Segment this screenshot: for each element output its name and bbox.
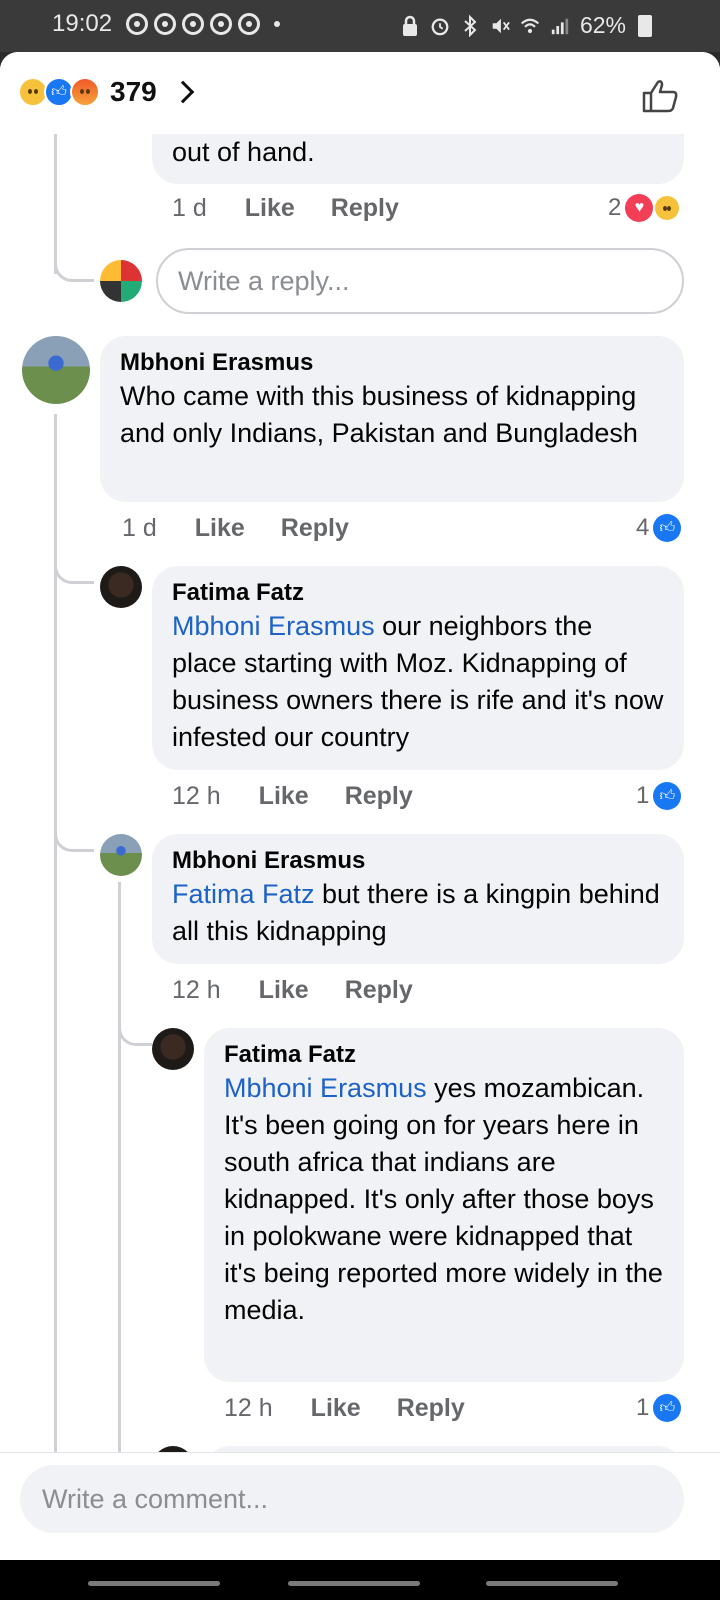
mute-icon	[492, 18, 510, 33]
comment-author[interactable]: Mbhoni Erasmus	[120, 348, 664, 378]
comment-author[interactable]: Fatima Fatz	[224, 1040, 664, 1070]
thread-connector	[118, 1022, 152, 1046]
wifi-icon	[520, 18, 539, 33]
comment-actions: 1 d Like Reply	[172, 194, 399, 223]
avatar[interactable]	[100, 834, 142, 876]
reaction-count-badge[interactable]: 1 👍︎	[636, 1394, 682, 1422]
reaction-count-badge[interactable]: 2 ♥	[608, 194, 682, 222]
status-time: 19:02	[52, 10, 113, 37]
reactions-header: 👍︎ 379	[0, 52, 720, 134]
mention-link[interactable]: Mbhoni Erasmus	[224, 1073, 427, 1103]
current-user-avatar	[100, 260, 142, 302]
mention-link[interactable]: Fatima Fatz	[172, 879, 315, 909]
comment-time: 1 d	[122, 514, 157, 542]
alarm-icon	[431, 18, 449, 35]
reaction-count-badge[interactable]: 4 👍︎	[636, 514, 682, 542]
comment-text: Who came with this business of kidnappin…	[120, 381, 638, 448]
status-bar: 19:02 62%	[0, 0, 720, 52]
like-button[interactable]	[640, 78, 680, 114]
reaction-count-text: 2	[608, 194, 622, 221]
nav-home-handle[interactable]	[288, 1581, 420, 1586]
notification-icon	[210, 13, 232, 35]
comment-time: 12 h	[172, 976, 221, 1004]
reaction-count-text: 1	[636, 782, 650, 809]
comment-time: 1 d	[172, 194, 207, 222]
lock-icon	[402, 15, 417, 36]
sad-reaction-icon	[653, 194, 682, 222]
comment-author[interactable]: Mbhoni Erasmus	[172, 846, 664, 876]
comment-text: Mbhoni Erasmus yes mozambican. It's been…	[224, 1070, 664, 1329]
like-link[interactable]: Like	[259, 976, 309, 1005]
comment-bubble: Mbhoni Erasmus Fatima Fatz but there is …	[152, 834, 684, 964]
like-reaction-icon: 👍︎	[653, 782, 682, 810]
notification-icons	[126, 13, 280, 35]
signal-icon	[551, 18, 569, 34]
comment-bubble: Fatima Fatz Mbhoni Erasmus yes mozambica…	[204, 1028, 684, 1382]
avatar[interactable]	[22, 336, 90, 404]
avatar[interactable]	[152, 1028, 194, 1070]
reply-link[interactable]: Reply	[345, 976, 413, 1005]
thread-connector	[54, 830, 94, 852]
love-reaction-icon: ♥	[625, 194, 654, 222]
comment-input[interactable]: Write a comment...	[20, 1465, 684, 1533]
comment-time: 12 h	[172, 782, 221, 810]
reply-link[interactable]: Reply	[281, 514, 349, 543]
comment-text: Fatima Fatz but there is a kingpin behin…	[172, 876, 664, 950]
nav-recents-handle[interactable]	[486, 1581, 618, 1586]
comment-body: yes mozambican. It's been going on for y…	[224, 1073, 663, 1325]
comments-sheet: 👍︎ 379 out of hand. 1 d Like Reply 2 ♥ W…	[0, 52, 720, 1560]
avatar[interactable]	[100, 566, 142, 608]
comment-text: out of hand.	[172, 137, 315, 167]
thread-connector	[54, 562, 94, 584]
battery-icon	[638, 14, 652, 37]
like-link[interactable]: Like	[195, 514, 245, 543]
thread-connector	[54, 252, 94, 282]
notification-icon	[238, 13, 260, 35]
bluetooth-icon	[464, 14, 477, 37]
nav-back-handle[interactable]	[88, 1581, 220, 1586]
comment-author[interactable]: Fatima Fatz	[172, 578, 664, 608]
reply-link[interactable]: Reply	[345, 782, 413, 811]
like-reaction-icon: 👍︎	[653, 514, 682, 542]
status-right: 62%	[400, 12, 652, 39]
reply-link[interactable]: Reply	[331, 194, 399, 223]
comment-text: Mbhoni Erasmus our neighbors the place s…	[172, 608, 664, 756]
notification-icon	[182, 13, 204, 35]
comment-composer: Write a comment...	[0, 1452, 720, 1560]
reactions-summary[interactable]: 👍︎ 379	[18, 76, 195, 108]
more-notifications-dot	[274, 21, 280, 27]
comment-actions: 12 h Like Reply	[224, 1394, 465, 1423]
like-reaction-icon: 👍︎	[653, 1394, 682, 1422]
reaction-count-text: 1	[636, 1394, 650, 1421]
system-nav-bar	[0, 1560, 720, 1600]
comment-actions: 12 h Like Reply	[172, 782, 413, 811]
reaction-count-text: 4	[636, 514, 650, 541]
reply-link[interactable]: Reply	[397, 1394, 465, 1423]
battery-percent: 62%	[579, 12, 626, 38]
notification-icon	[154, 13, 176, 35]
chevron-right-icon	[171, 80, 195, 104]
comment-actions: 12 h Like Reply	[172, 976, 413, 1005]
reaction-count-badge[interactable]: 1 👍︎	[636, 782, 682, 810]
comment-bubble: Fatima Fatz Mbhoni Erasmus our neighbors…	[152, 566, 684, 770]
like-link[interactable]: Like	[259, 782, 309, 811]
mention-link[interactable]: Mbhoni Erasmus	[172, 611, 375, 641]
reply-input[interactable]: Write a reply...	[156, 248, 684, 314]
angry-reaction-icon	[70, 77, 100, 107]
thread-line	[118, 882, 121, 1452]
comment-actions: 1 d Like Reply	[122, 514, 349, 543]
comment-bubble: Mbhoni Erasmus Who came with this busine…	[100, 336, 684, 502]
reaction-count: 379	[110, 76, 157, 107]
like-link[interactable]: Like	[311, 1394, 361, 1423]
comment-time: 12 h	[224, 1394, 273, 1422]
like-link[interactable]: Like	[245, 194, 295, 223]
notification-icon	[126, 13, 148, 35]
